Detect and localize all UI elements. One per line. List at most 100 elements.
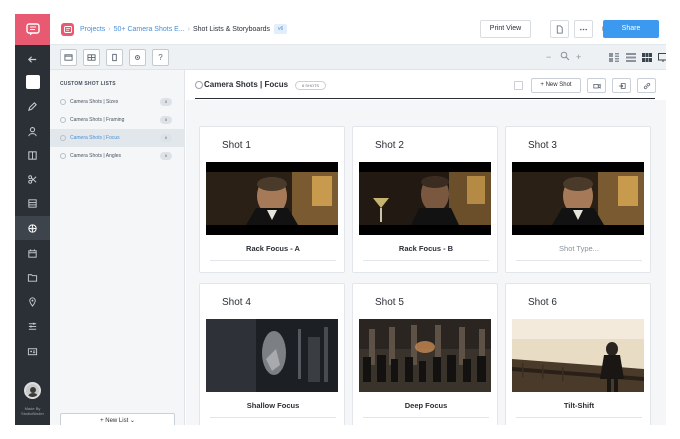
shot-thumbnail[interactable] (206, 162, 338, 235)
document-icon[interactable] (550, 20, 569, 38)
sidebar-title: CUSTOM SHOT LISTS (60, 81, 116, 87)
panel-toggle-icon[interactable] (60, 49, 77, 66)
shot-list-icon[interactable] (15, 216, 50, 240)
grid-columns-icon[interactable] (83, 49, 100, 66)
help-icon[interactable]: ? (152, 49, 169, 66)
shot-thumbnail[interactable] (359, 319, 491, 392)
shot-thumbnail[interactable] (206, 319, 338, 392)
list-title: Camera Shots | Focus (204, 80, 289, 89)
shot-count-badge: 6 SHOTS (295, 81, 326, 90)
shot-caption[interactable]: Shallow Focus (200, 401, 346, 410)
top-bar: Projects › 50+ Camera Shots E... › Shot … (50, 14, 666, 45)
caption-underline (516, 417, 642, 418)
shot-card[interactable]: Shot 2 Rack Focus - B (352, 126, 498, 273)
back-arrow-icon[interactable] (15, 47, 50, 71)
shot-card[interactable]: Shot 6 Tilt-Shift (505, 283, 651, 425)
sidebar-item-label: Camera Shots | Focus (70, 135, 120, 141)
share-button[interactable]: Share (603, 20, 659, 38)
storyboard-icon[interactable] (15, 143, 50, 167)
sidebar-item-focus[interactable]: Camera Shots | Focus 6 (50, 129, 185, 147)
shot-card[interactable]: Shot 4 Shallow Focus (199, 283, 345, 425)
caption-underline (210, 260, 336, 261)
sidebar-item-label: Camera Shots | Framing (70, 117, 125, 123)
sidebar-item-count: 8 (160, 152, 172, 160)
list-view-icon[interactable] (609, 53, 619, 62)
header-divider (195, 98, 655, 99)
shot-caption[interactable]: Tilt-Shift (506, 401, 652, 410)
shot-number: Shot 1 (222, 140, 251, 151)
shot-caption[interactable]: Deep Focus (353, 401, 499, 410)
link-icon[interactable] (637, 78, 656, 93)
breadcrumb-project[interactable]: 50+ Camera Shots E... (114, 26, 185, 33)
folder-icon[interactable] (15, 265, 50, 289)
contacts-icon[interactable] (15, 119, 50, 143)
more-options-icon[interactable] (574, 20, 593, 38)
version-badge[interactable]: v6 (274, 24, 288, 34)
sidebar-item-sizes[interactable]: Camera Shots | Sizes 8 (50, 93, 185, 111)
shot-card[interactable]: Shot 5 Deep Focus (352, 283, 498, 425)
import-icon[interactable] (612, 78, 631, 93)
scissors-icon[interactable] (15, 167, 50, 191)
made-by-studiobinder: Made By StudioBinder (21, 406, 44, 416)
settings-gear-icon[interactable] (129, 49, 146, 66)
project-icon[interactable] (61, 23, 74, 36)
calendar-icon[interactable] (15, 241, 50, 265)
project-thumb-icon[interactable] (15, 70, 50, 94)
caption-underline (210, 417, 336, 418)
sidebar-item-angles[interactable]: Camera Shots | Angles 8 (50, 147, 185, 165)
shot-caption[interactable]: Rack Focus - A (200, 244, 346, 253)
studiobinder-logo-icon[interactable] (15, 14, 50, 45)
shot-card[interactable]: Shot 3 Shot Type... (505, 126, 651, 273)
shot-thumbnail[interactable] (512, 162, 644, 235)
pen-icon[interactable] (15, 94, 50, 118)
location-pin-icon[interactable] (15, 289, 50, 313)
sidebar-item-framing[interactable]: Camera Shots | Framing 8 (50, 111, 185, 129)
grid-view-icon[interactable] (642, 53, 652, 62)
list-icon (60, 117, 66, 123)
column-settings-icon[interactable] (106, 49, 123, 66)
zoom-out-icon[interactable]: − (546, 52, 551, 62)
list-icon (60, 99, 66, 105)
zoom-in-icon[interactable]: + (576, 52, 581, 62)
list-icon (60, 135, 66, 141)
caption-underline (363, 417, 489, 418)
new-list-button[interactable]: + New List ⌄ (60, 413, 175, 425)
chevron-right-icon: › (187, 25, 190, 33)
table-view-icon[interactable] (626, 53, 636, 62)
shot-list-main: Camera Shots | Focus 6 SHOTS + New Shot … (186, 70, 666, 425)
sidebar-item-count: 8 (160, 98, 172, 106)
chevron-right-icon: › (108, 25, 111, 33)
sidebar-item-count: 8 (160, 116, 172, 124)
list-icon (195, 81, 203, 89)
presentation-view-icon[interactable] (658, 53, 666, 62)
left-rail: Made By StudioBinder (15, 14, 50, 425)
select-all-checkbox[interactable] (514, 81, 523, 90)
shot-thumbnail[interactable] (359, 162, 491, 235)
app-window: Made By StudioBinder Projects › 50+ Came… (15, 14, 666, 425)
list-icon (60, 153, 66, 159)
id-card-icon[interactable] (15, 339, 50, 363)
shot-thumbnail[interactable] (512, 319, 644, 392)
sidebar-item-count: 6 (160, 134, 172, 142)
zoom-magnifier-icon (560, 51, 570, 63)
user-avatar[interactable] (24, 382, 41, 399)
list-header: Camera Shots | Focus 6 SHOTS + New Shot (186, 70, 666, 100)
shot-number: Shot 2 (375, 140, 404, 151)
breadcrumb-current-page: Shot Lists & Storyboards (193, 25, 271, 33)
caption-underline (516, 260, 642, 261)
shot-type-placeholder[interactable]: Shot Type... (506, 244, 652, 253)
sliders-icon[interactable] (15, 314, 50, 338)
camera-icon[interactable] (587, 78, 606, 93)
shot-card[interactable]: Shot 1 Rack Focus - A (199, 126, 345, 273)
shot-number: Shot 3 (528, 140, 557, 151)
shot-number: Shot 5 (375, 297, 404, 308)
breadcrumb-projects[interactable]: Projects (80, 26, 105, 33)
shot-caption[interactable]: Rack Focus - B (353, 244, 499, 253)
toolbar: ? − + (50, 45, 666, 70)
print-view-button[interactable]: Print View (480, 20, 531, 38)
new-shot-button[interactable]: + New Shot (531, 78, 581, 93)
sidebar-item-label: Camera Shots | Sizes (70, 99, 119, 105)
shot-number: Shot 6 (528, 297, 557, 308)
sidebar-item-label: Camera Shots | Angles (70, 153, 122, 159)
stripboard-icon[interactable] (15, 191, 50, 215)
